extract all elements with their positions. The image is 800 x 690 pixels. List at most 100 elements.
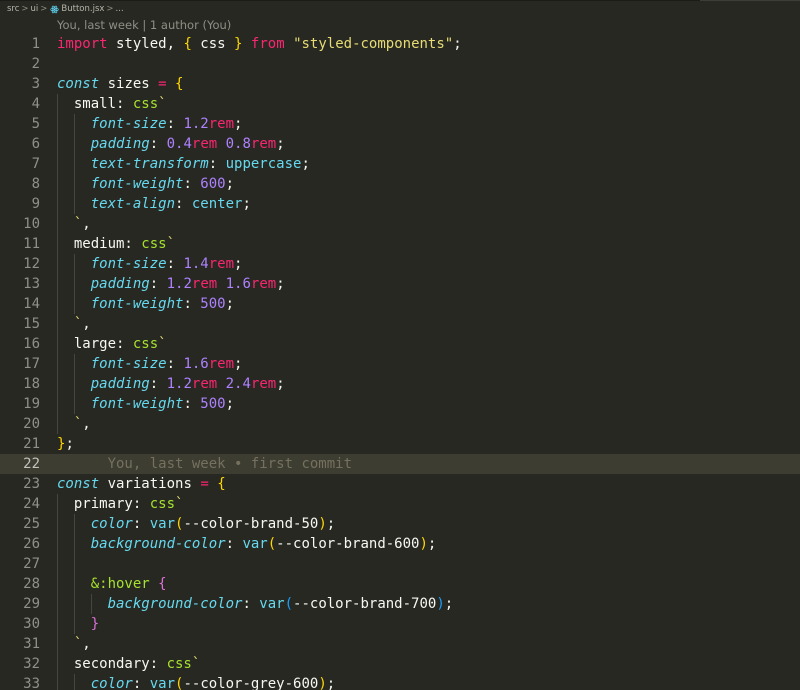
indent-guide bbox=[91, 594, 92, 614]
operator-token: = bbox=[158, 76, 167, 92]
indent-guide bbox=[57, 314, 58, 334]
code-line[interactable]: 13 padding: 1.2rem 1.6rem; bbox=[0, 274, 800, 294]
code-line[interactable]: 17 font-size: 1.6rem; bbox=[0, 354, 800, 374]
code-line[interactable]: 14 font-weight: 500; bbox=[0, 294, 800, 314]
unit-token: rem bbox=[208, 256, 235, 272]
code-line[interactable]: 27 bbox=[0, 554, 800, 574]
text-token: medium: bbox=[57, 236, 142, 252]
text-token: ; bbox=[225, 396, 235, 412]
text-token: styled, bbox=[107, 36, 184, 52]
number-token: 1.2 bbox=[183, 116, 209, 132]
code-line[interactable]: 28 &:hover { bbox=[0, 574, 800, 594]
indent-guide bbox=[57, 194, 58, 214]
line-number: 29 bbox=[23, 596, 40, 612]
string-token: ` bbox=[166, 236, 176, 252]
property-token: font-weight bbox=[90, 396, 184, 412]
code-line[interactable]: 22 You, last week • first commit bbox=[0, 454, 800, 474]
property-token: background-color bbox=[107, 596, 243, 612]
code-line[interactable]: 1 import styled, { css } from "styled-com… bbox=[0, 34, 800, 54]
code-line[interactable]: 2 bbox=[0, 54, 800, 74]
code-line[interactable]: 4 small: css` bbox=[0, 94, 800, 114]
line-content: `, bbox=[57, 214, 91, 234]
bracket-token: { bbox=[158, 576, 167, 592]
text-token: ; bbox=[234, 256, 243, 272]
indent-guide bbox=[57, 594, 58, 614]
indent-guide bbox=[57, 674, 58, 690]
line-number: 17 bbox=[23, 356, 40, 372]
indent-guide bbox=[74, 114, 75, 134]
code-line[interactable]: 11 medium: css` bbox=[0, 234, 800, 254]
indent-guide bbox=[57, 574, 58, 594]
indent-guide bbox=[57, 374, 58, 394]
code-line[interactable]: 20 `, bbox=[0, 414, 800, 434]
line-content: large: css` bbox=[57, 334, 167, 354]
line-content: background-color: var(--color-brand-700)… bbox=[57, 594, 454, 614]
code-line[interactable]: 23 const variations = { bbox=[0, 474, 800, 494]
indent-guide bbox=[57, 214, 58, 234]
code-line[interactable]: 33 color: var(--color-grey-600); bbox=[0, 674, 800, 690]
code-line[interactable]: 5 font-size: 1.2rem; bbox=[0, 114, 800, 134]
text-token: --color-brand-50 bbox=[183, 516, 319, 532]
line-content: font-size: 1.2rem; bbox=[57, 114, 243, 134]
code-line[interactable]: 21}; bbox=[0, 434, 800, 454]
code-line[interactable]: 12 font-size: 1.4rem; bbox=[0, 254, 800, 274]
line-content: `, bbox=[57, 414, 91, 434]
breadcrumb-item-src[interactable]: src bbox=[7, 4, 19, 14]
code-line[interactable]: 10 `, bbox=[0, 214, 800, 234]
property-token: color bbox=[90, 516, 133, 532]
line-content: font-size: 1.6rem; bbox=[57, 354, 243, 374]
keyword-token: import bbox=[57, 36, 108, 52]
breadcrumb-item-file[interactable]: Button.jsx bbox=[61, 4, 104, 14]
breadcrumb-separator: > bbox=[106, 4, 114, 14]
bracket-token: } bbox=[90, 616, 100, 632]
indent-guide bbox=[57, 274, 58, 294]
line-number: 7 bbox=[31, 156, 40, 172]
code-line[interactable]: 32 secondary: css` bbox=[0, 654, 800, 674]
code-line[interactable]: 7 text-transform: uppercase; bbox=[0, 154, 800, 174]
bracket-token: { bbox=[217, 476, 226, 492]
line-content: font-size: 1.4rem; bbox=[57, 254, 243, 274]
code-line[interactable]: 19 font-weight: 500; bbox=[0, 394, 800, 414]
breadcrumb-item-more[interactable]: ... bbox=[116, 4, 124, 14]
unit-token: rem bbox=[191, 376, 218, 392]
code-line[interactable]: 30 } bbox=[0, 614, 800, 634]
code-line[interactable]: 15 `, bbox=[0, 314, 800, 334]
code-line[interactable]: 26 background-color: var(--color-brand-6… bbox=[0, 534, 800, 554]
text-token: ; bbox=[276, 276, 285, 292]
code-line[interactable]: 25 color: var(--color-brand-50); bbox=[0, 514, 800, 534]
text-token: ; bbox=[65, 436, 74, 452]
indent-guide bbox=[74, 614, 75, 634]
indent-guide bbox=[57, 234, 58, 254]
indent-guide bbox=[57, 114, 58, 134]
unit-token: rem bbox=[208, 116, 235, 132]
bracket-token: ) bbox=[436, 596, 445, 612]
breadcrumb-item-ui[interactable]: ui bbox=[31, 4, 39, 14]
breadcrumb-separator: > bbox=[40, 4, 48, 14]
code-line[interactable]: 16 large: css` bbox=[0, 334, 800, 354]
line-number: 10 bbox=[23, 216, 40, 232]
code-line[interactable]: 9 text-align: center; bbox=[0, 194, 800, 214]
indent-guide bbox=[57, 614, 58, 634]
text-token: : bbox=[132, 516, 150, 532]
code-line[interactable]: 8 font-weight: 600; bbox=[0, 174, 800, 194]
text-token: : bbox=[149, 276, 167, 292]
text-token: : bbox=[183, 396, 201, 412]
number-token: 500 bbox=[200, 296, 226, 312]
code-line[interactable]: 6 padding: 0.4rem 0.8rem; bbox=[0, 134, 800, 154]
codelens-blame[interactable]: You, last week | 1 author (You) bbox=[57, 16, 231, 34]
value-token: uppercase bbox=[225, 156, 302, 172]
code-line[interactable]: 18 padding: 1.2rem 2.4rem; bbox=[0, 374, 800, 394]
code-line[interactable]: 3 const sizes = { bbox=[0, 74, 800, 94]
code-line[interactable]: 31 `, bbox=[0, 634, 800, 654]
code-editor[interactable]: src > ui > Button.jsx >... You, last week | 1… bbox=[0, 0, 800, 690]
bracket-token: ) bbox=[318, 516, 327, 532]
code-line[interactable]: 29 background-color: var(--color-brand-7… bbox=[0, 594, 800, 614]
code-line[interactable]: 24 primary: css` bbox=[0, 494, 800, 514]
indent-guide bbox=[57, 534, 58, 554]
indent-guide bbox=[57, 354, 58, 374]
indent-guide bbox=[57, 334, 58, 354]
